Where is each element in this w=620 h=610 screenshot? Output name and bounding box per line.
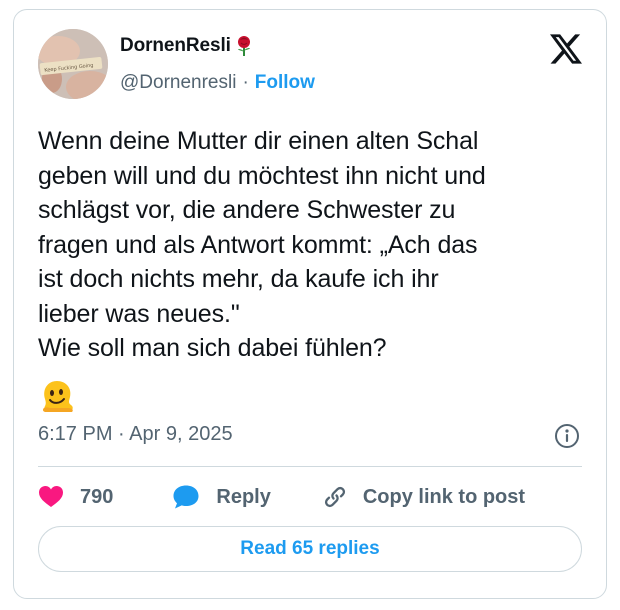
divider — [38, 466, 582, 467]
author-handle[interactable]: @Dornenresli — [120, 72, 236, 94]
tweet-timestamp[interactable]: 6:17 PM · Apr 9, 2025 — [38, 423, 233, 446]
melting-face-emoji-icon — [38, 377, 76, 415]
tweet-card: Keep Fucking Going DornenResli @Dornenre… — [13, 9, 607, 599]
link-icon — [321, 483, 349, 511]
rose-icon — [235, 35, 253, 57]
info-icon[interactable] — [554, 423, 580, 449]
read-replies-button[interactable]: Read 65 replies — [38, 526, 582, 572]
copy-link-label: Copy link to post — [362, 485, 526, 508]
heart-icon — [38, 485, 64, 509]
reply-label: Reply — [216, 485, 271, 508]
action-bar: 790 Reply Copy link to post — [38, 480, 525, 514]
tweet-text: Wenn deine Mutter dir einen alten Schal … — [38, 127, 486, 362]
avatar-image: Keep Fucking Going — [38, 29, 108, 99]
x-logo-icon[interactable] — [550, 34, 582, 64]
avatar[interactable]: Keep Fucking Going — [38, 29, 108, 99]
author-handle-row: @Dornenresli · Follow — [120, 72, 315, 94]
read-replies-label: Read 65 replies — [240, 538, 380, 559]
follow-button[interactable]: Follow — [255, 72, 315, 94]
author-display-name[interactable]: DornenResli — [120, 35, 231, 57]
speech-bubble-icon — [172, 484, 200, 510]
like-button[interactable]: 790 — [38, 485, 113, 509]
author-name-row: DornenResli — [120, 35, 253, 57]
copy-link-button[interactable]: Copy link to post — [307, 483, 525, 511]
like-count: 790 — [80, 485, 114, 508]
handle-separator: · — [242, 72, 249, 93]
reply-button[interactable]: Reply — [156, 484, 271, 510]
